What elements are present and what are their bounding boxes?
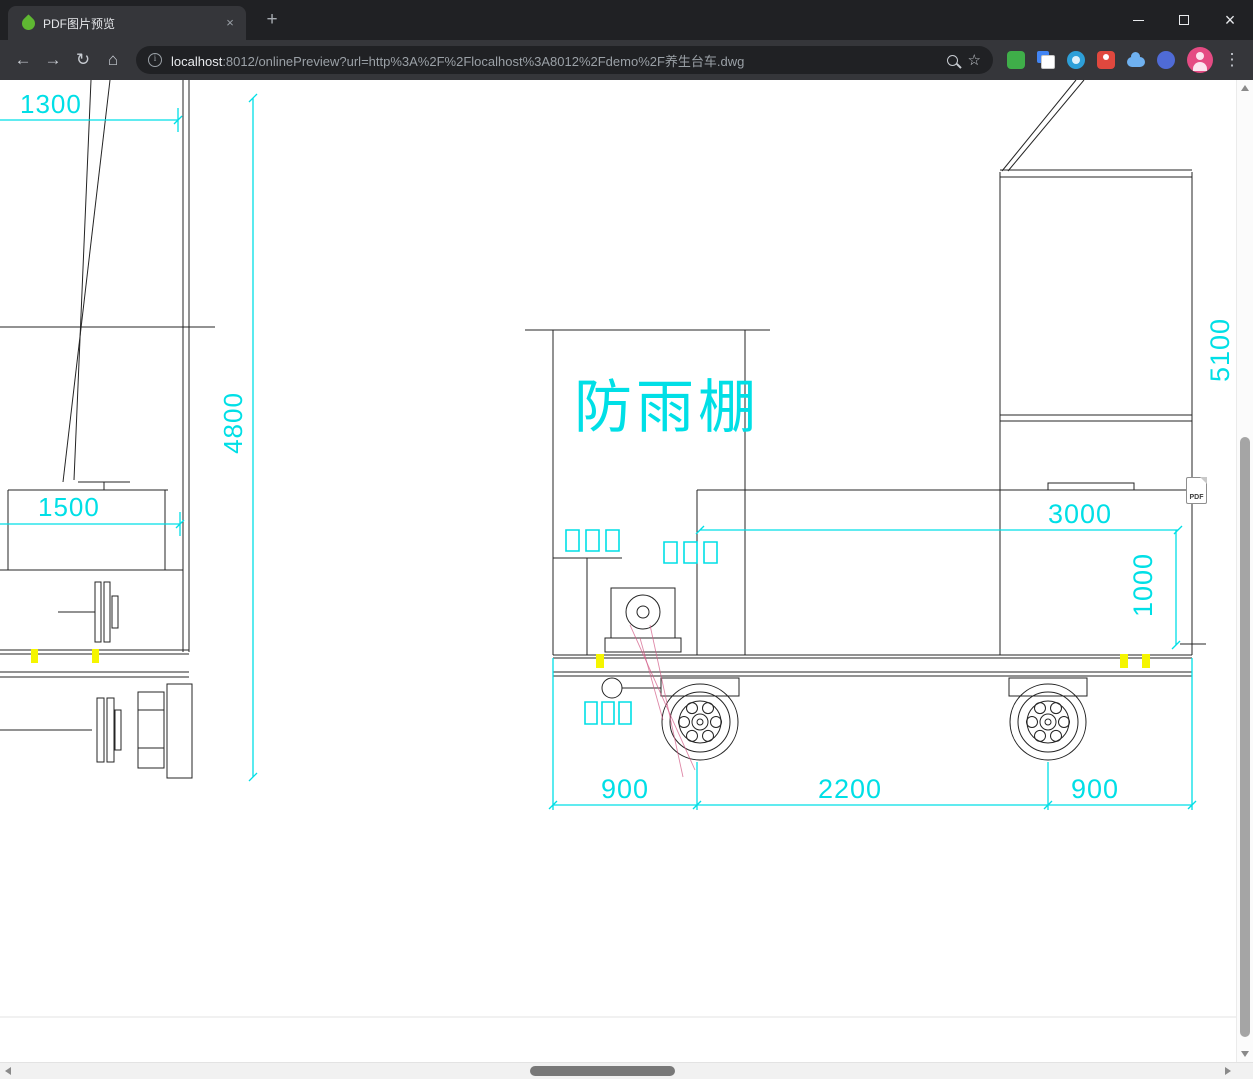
- dim-2200-label: 2200: [818, 774, 882, 804]
- bottom-bar: [0, 1062, 1253, 1079]
- main-area: 1300 4800 1500 防雨棚 5100 3000 1000 900 22…: [0, 80, 1253, 1062]
- tab-close-icon[interactable]: ×: [222, 15, 238, 31]
- extension-icon-1[interactable]: [1001, 45, 1031, 75]
- profile-avatar[interactable]: [1187, 47, 1213, 73]
- translate-extension-icon: [1037, 51, 1055, 69]
- url-text[interactable]: localhost:8012/onlinePreview?url=http%3A…: [171, 51, 939, 70]
- close-button[interactable]: ×: [1207, 0, 1253, 40]
- home-button[interactable]: ⌂: [98, 45, 128, 75]
- new-tab-button[interactable]: +: [260, 8, 284, 32]
- spring-leaf-favicon: [19, 13, 38, 33]
- browser-window: PDF图片预览 × + × ← → ↻ ⌂ localhost:8012/onl…: [0, 0, 1253, 1079]
- horizontal-scrollbar[interactable]: [0, 1062, 1236, 1079]
- dimension-lines: [0, 94, 1196, 810]
- extensions-area: ⋮: [1001, 45, 1245, 75]
- dim-1300-label: 1300: [20, 89, 82, 119]
- browser-tab[interactable]: PDF图片预览 ×: [8, 6, 246, 40]
- bookmark-star-icon[interactable]: ☆: [968, 51, 981, 69]
- extension-icon-6[interactable]: [1151, 45, 1181, 75]
- extension-icon-4[interactable]: [1091, 45, 1121, 75]
- cyan-label-boxes: [566, 530, 717, 724]
- site-info-icon[interactable]: [148, 53, 162, 67]
- vertical-scrollbar-thumb[interactable]: [1240, 437, 1250, 1037]
- reload-button[interactable]: ↻: [68, 45, 98, 75]
- wheel-right: [1010, 684, 1086, 760]
- maximize-button[interactable]: [1161, 0, 1207, 40]
- maximize-icon: [1179, 15, 1189, 25]
- browser-toolbar: ← → ↻ ⌂ localhost:8012/onlinePreview?url…: [0, 40, 1253, 80]
- title-bar: PDF图片预览 × + ×: [0, 0, 1253, 40]
- cad-drawing: 1300 4800 1500 防雨棚 5100 3000 1000 900 22…: [0, 80, 1236, 1062]
- dwg-preview-canvas: 1300 4800 1500 防雨棚 5100 3000 1000 900 22…: [0, 80, 1236, 1062]
- zoom-icon[interactable]: [946, 54, 958, 66]
- url-host: localhost: [171, 53, 223, 69]
- shield-extension-icon: [1157, 51, 1175, 69]
- forward-button[interactable]: →: [38, 45, 68, 75]
- green-extension-icon: [1007, 51, 1025, 69]
- construction-lines: [630, 625, 695, 777]
- extension-icon-5[interactable]: [1121, 45, 1151, 75]
- minimize-icon: [1132, 19, 1144, 21]
- blue-circle-extension-icon: [1067, 51, 1085, 69]
- window-controls: ×: [1115, 0, 1253, 40]
- vertical-scrollbar[interactable]: [1236, 80, 1253, 1062]
- extension-icon-2[interactable]: [1031, 45, 1061, 75]
- pdf-badge-text: PDF: [1189, 494, 1204, 501]
- tab-title: PDF图片预览: [43, 16, 116, 31]
- scroll-down-arrow-icon[interactable]: [1241, 1051, 1249, 1057]
- dim-5100-label: 5100: [1205, 318, 1235, 382]
- dim-4800-label: 4800: [218, 392, 248, 454]
- pdf-file-icon[interactable]: PDF: [1186, 477, 1207, 504]
- minimize-button[interactable]: [1115, 0, 1161, 40]
- url-path: :8012/onlinePreview?url=http%3A%2F%2Floc…: [222, 53, 745, 69]
- scroll-right-arrow-icon[interactable]: [1225, 1067, 1231, 1075]
- cloud-extension-icon: [1127, 52, 1145, 67]
- dim-3000-label: 3000: [1048, 499, 1112, 529]
- rain-shelter-label: 防雨棚: [574, 375, 760, 440]
- address-bar[interactable]: localhost:8012/onlinePreview?url=http%3A…: [136, 46, 993, 74]
- dim-1000-label: 1000: [1128, 553, 1158, 617]
- back-button[interactable]: ←: [8, 45, 38, 75]
- scroll-up-arrow-icon[interactable]: [1241, 85, 1249, 91]
- dim-1500-label: 1500: [38, 492, 100, 522]
- dim-900-left-label: 900: [601, 774, 649, 804]
- extension-icon-3[interactable]: [1061, 45, 1091, 75]
- scroll-left-arrow-icon[interactable]: [5, 1067, 11, 1075]
- red-extension-icon: [1097, 51, 1115, 69]
- left-end-view: [0, 80, 215, 778]
- dim-900-right-label: 900: [1071, 774, 1119, 804]
- scrollbar-corner: [1236, 1062, 1253, 1079]
- horizontal-scrollbar-thumb[interactable]: [530, 1066, 675, 1076]
- more-menu-icon[interactable]: ⋮: [1219, 45, 1245, 75]
